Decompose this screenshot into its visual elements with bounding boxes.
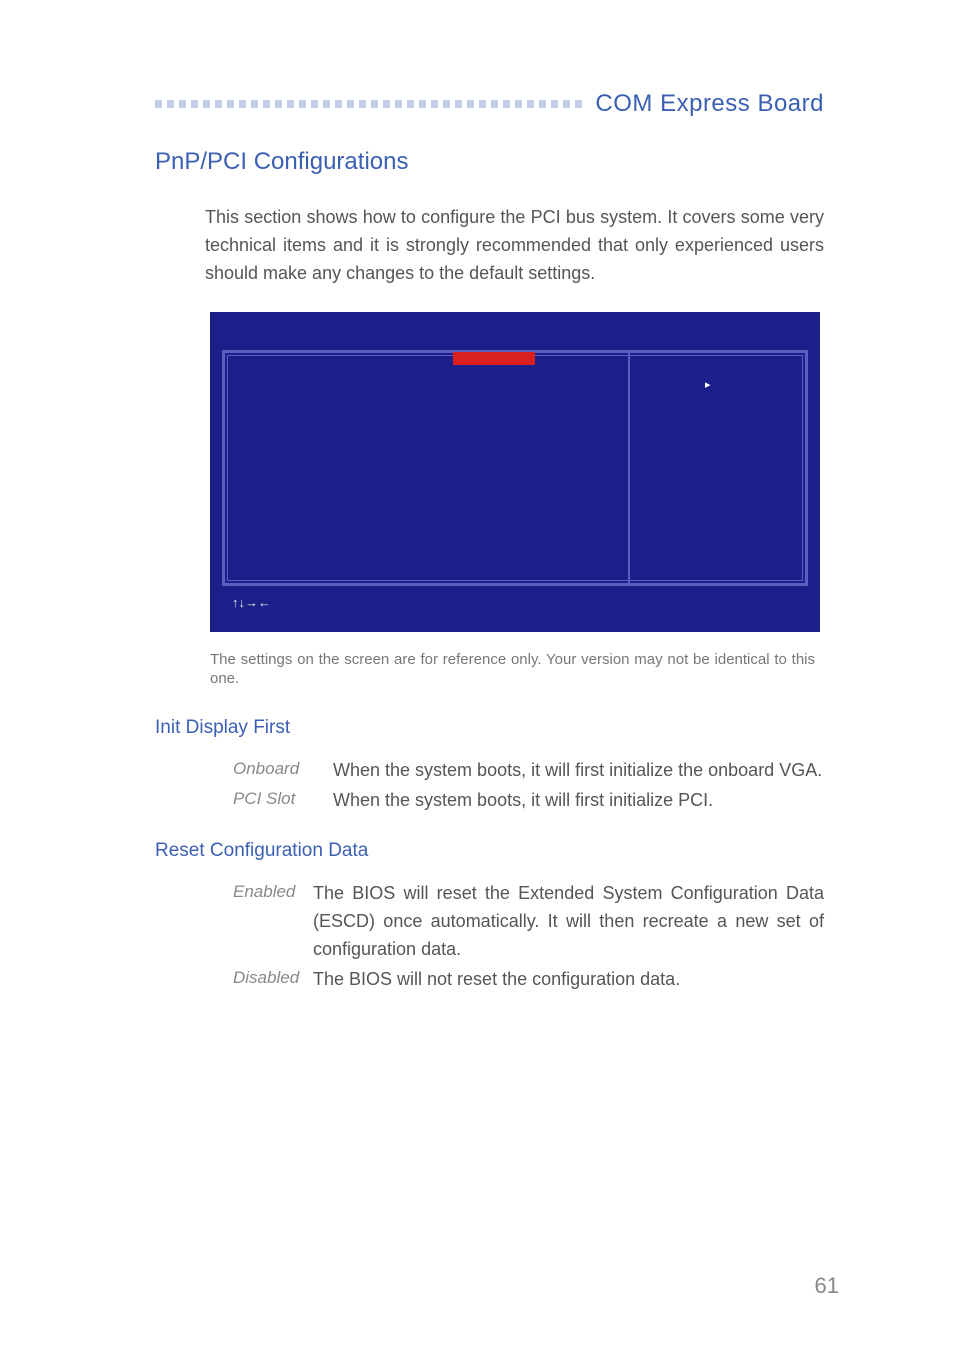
bios-screenshot: ▸ ↑↓→← — [210, 312, 820, 632]
board-title: COM Express Board — [595, 90, 824, 118]
bios-arrow-icon: ▸ — [705, 378, 711, 391]
option-row: Onboard When the system boots, it will f… — [233, 757, 824, 785]
option-text: When the system boots, it will first ini… — [333, 757, 824, 785]
subsection-title-reset-config: Reset Configuration Data — [155, 840, 824, 862]
section-intro: This section shows how to configure the … — [205, 204, 824, 288]
option-text: The BIOS will not reset the configuratio… — [313, 966, 824, 994]
page-number: 61 — [815, 1273, 839, 1299]
subsection-title-init-display: Init Display First — [155, 717, 824, 739]
option-group-reset-config: Enabled The BIOS will reset the Extended… — [155, 880, 824, 994]
section-title: PnP/PCI Configurations — [155, 148, 824, 176]
option-text: When the system boots, it will first ini… — [333, 787, 824, 815]
option-row: Disabled The BIOS will not reset the con… — [233, 966, 824, 994]
screenshot-caption: The settings on the screen are for refer… — [210, 650, 815, 689]
option-label: Enabled — [233, 880, 313, 964]
option-label: Onboard — [233, 757, 333, 785]
option-text: The BIOS will reset the Extended System … — [313, 880, 824, 964]
option-label: PCI Slot — [233, 787, 333, 815]
bios-vertical-divider — [628, 350, 630, 586]
bios-nav-keys: ↑↓→← — [232, 595, 271, 610]
option-group-init-display: Onboard When the system boots, it will f… — [155, 757, 824, 815]
page-header: COM Express Board — [155, 90, 824, 118]
option-label: Disabled — [233, 966, 313, 994]
option-row: Enabled The BIOS will reset the Extended… — [233, 880, 824, 964]
bios-inner-frame — [222, 350, 808, 586]
decorative-dots — [155, 98, 585, 110]
option-row: PCI Slot When the system boots, it will … — [233, 787, 824, 815]
bios-highlight-bar — [453, 352, 535, 365]
